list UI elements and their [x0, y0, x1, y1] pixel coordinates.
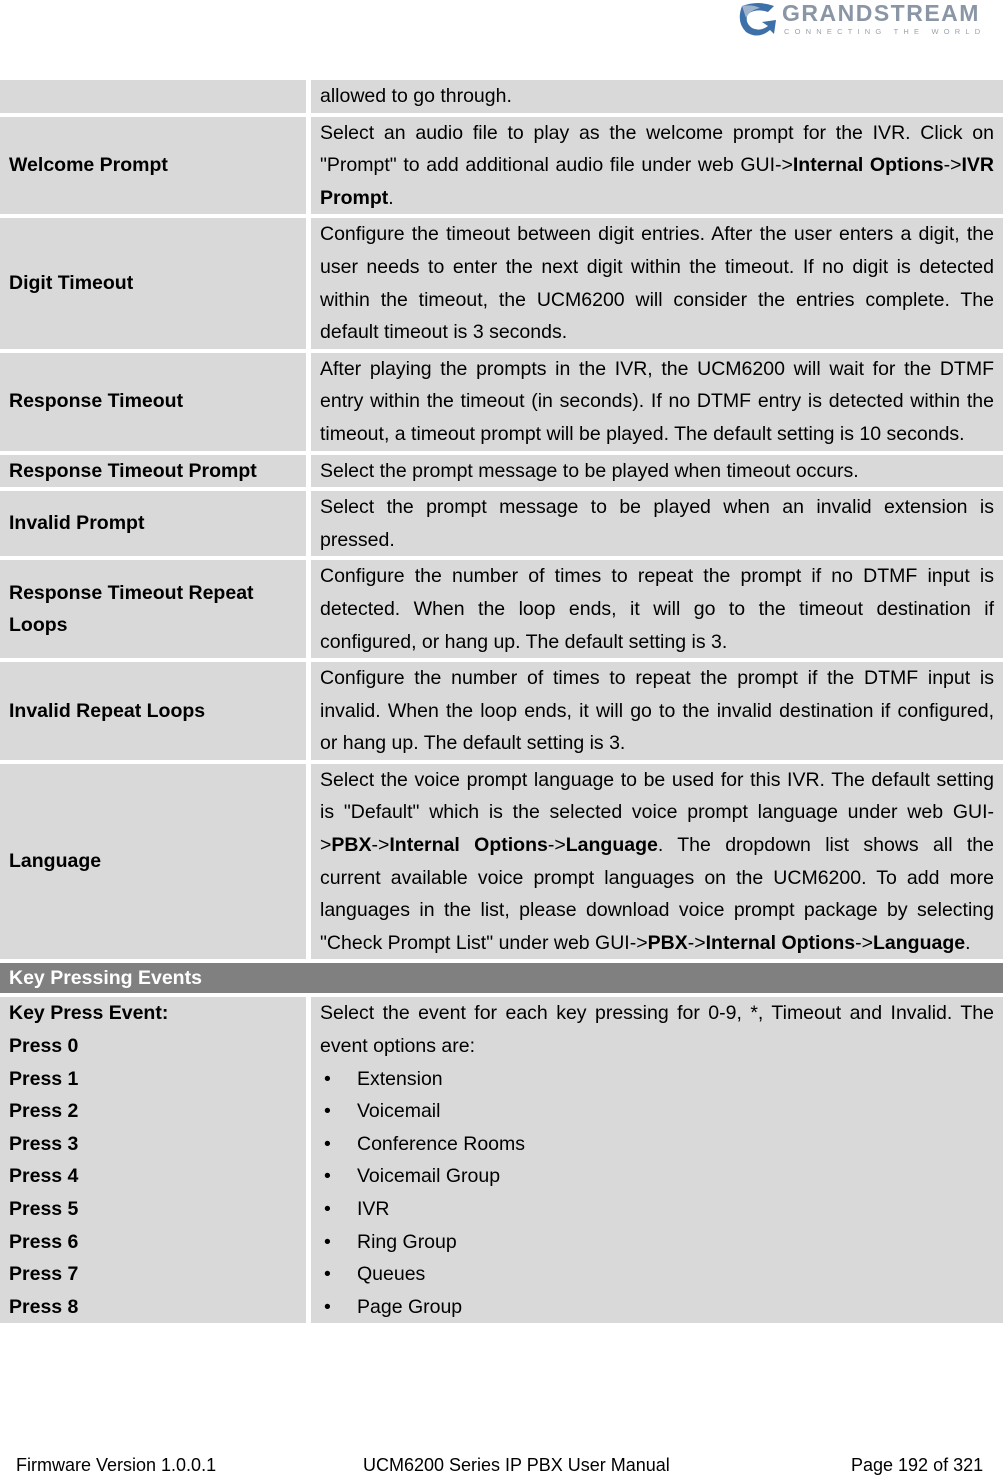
table-row: Welcome Prompt Select an audio file to pl…	[0, 116, 1003, 215]
table-row: Digit Timeout Configure the timeout betwe…	[0, 218, 1003, 349]
row-key: Response Timeout	[0, 352, 311, 451]
description-text: ->	[943, 154, 962, 177]
key-press-item: Press 1	[9, 1067, 79, 1090]
table-row: Invalid Repeat Loops Configure the number…	[0, 662, 1003, 760]
row-key: Invalid Prompt	[0, 491, 311, 557]
logo-tagline: CONNECTING THE WORLD	[784, 27, 986, 36]
menu-path-text: Internal Options	[705, 931, 856, 954]
row-description: After playing the prompts in the IVR, th…	[311, 352, 1003, 451]
key-press-item: Press 6	[9, 1230, 79, 1253]
key-press-item: Press 0	[9, 1035, 79, 1058]
row-key: Language	[0, 763, 311, 960]
key-press-item: Press 7	[9, 1263, 79, 1286]
row-description: Select the event for each key pressing f…	[311, 997, 1003, 1324]
row-description: allowed to go through.	[311, 80, 1003, 113]
grandstream-swirl-icon	[739, 3, 776, 36]
row-description: Select the prompt message to be played w…	[311, 491, 1003, 557]
table-row: allowed to go through.	[0, 80, 1003, 113]
event-option-item: IVR	[320, 1193, 994, 1226]
section-header: Key Pressing Events	[0, 963, 1003, 994]
row-key: Response Timeout Repeat Loops	[0, 560, 311, 659]
event-option-item: Queues	[320, 1258, 994, 1291]
section-header-row: Key Pressing Events	[0, 963, 1003, 994]
key-press-item: Press 5	[9, 1198, 79, 1220]
event-options-list: ExtensionVoicemailConference RoomsVoicem…	[320, 1063, 994, 1324]
description-text: ->	[547, 834, 566, 857]
description-text: ->	[371, 834, 390, 857]
row-description: Select the prompt message to be played w…	[311, 454, 1003, 488]
row-key: Digit Timeout	[0, 218, 311, 349]
description-text: Select the event for each key pressing f…	[320, 1002, 994, 1058]
description-text: After playing the prompts in the IVR, th…	[320, 357, 994, 445]
description-text: ->	[687, 931, 706, 954]
manual-title: UCM6200 Series IP PBX User Manual	[363, 1455, 670, 1475]
table-row: Response Timeout Repeat Loops Configure t…	[0, 560, 1003, 659]
menu-path-text: Internal Options	[792, 154, 944, 177]
row-key	[0, 80, 311, 113]
table-row: Language Select the voice prompt language…	[0, 763, 1003, 960]
menu-path-text: Internal Options	[389, 834, 548, 857]
event-option-item: Page Group	[320, 1291, 994, 1324]
description-text: .	[388, 186, 394, 209]
description-text: ->	[855, 931, 874, 954]
key-press-item: Press 4	[9, 1165, 79, 1188]
description-text: .	[965, 931, 971, 954]
table-row: Key Press Event: Press 0 Press 1 Press 2 Pre…	[0, 997, 1003, 1324]
table-row: Response Timeout Prompt Select the prompt…	[0, 454, 1003, 488]
ivr-settings-table: allowed to go through. Welcome Prompt Sel…	[0, 76, 1003, 1327]
key-press-item: Press 3	[9, 1132, 79, 1155]
table-row: Invalid Prompt Select the prompt message …	[0, 491, 1003, 557]
row-description: Configure the number of times to repeat …	[311, 560, 1003, 659]
key-press-item: Press 8	[9, 1295, 79, 1318]
event-option-item: Voicemail	[320, 1095, 994, 1128]
menu-path-text: Language	[565, 834, 658, 857]
event-option-item: Voicemail Group	[320, 1160, 994, 1193]
menu-path-text: Language	[873, 931, 966, 954]
menu-path-text: PBX	[647, 931, 688, 954]
row-key: Response Timeout Prompt	[0, 454, 311, 488]
description-text: Select the prompt message to be played w…	[320, 459, 859, 482]
row-key: Welcome Prompt	[0, 116, 311, 215]
key-press-event-label: Key Press Event:	[9, 1002, 169, 1025]
page-number: Page 192 of 321	[851, 1455, 984, 1475]
grandstream-logo: GRANDSTREAM CONNECTING THE WORLD	[738, 0, 998, 42]
description-text: Select the prompt message to be played w…	[320, 496, 994, 551]
row-description: Configure the number of times to repeat …	[311, 662, 1003, 760]
firmware-version: Firmware Version 1.0.0.1	[16, 1455, 217, 1475]
event-option-item: Extension	[320, 1063, 994, 1096]
key-press-item: Press 2	[9, 1100, 79, 1123]
description-text: Configure the number of times to repeat …	[320, 565, 994, 653]
menu-path-text: PBX	[331, 834, 372, 857]
row-description: Select an audio file to play as the welc…	[311, 116, 1003, 215]
row-description: Configure the timeout between digit entr…	[311, 218, 1003, 349]
description-text: Configure the number of times to repeat …	[320, 667, 994, 755]
logo-wordmark: GRANDSTREAM	[782, 0, 980, 26]
row-description: Select the voice prompt language to be u…	[311, 763, 1003, 960]
key-press-list: Key Press Event: Press 0 Press 1 Press 2 Pre…	[0, 997, 311, 1324]
event-option-item: Conference Rooms	[320, 1128, 994, 1161]
event-option-item: Ring Group	[320, 1226, 994, 1259]
table-row: Response Timeout After playing the prompt…	[0, 352, 1003, 451]
description-text: Configure the timeout between digit entr…	[320, 223, 994, 344]
row-key: Invalid Repeat Loops	[0, 662, 311, 760]
